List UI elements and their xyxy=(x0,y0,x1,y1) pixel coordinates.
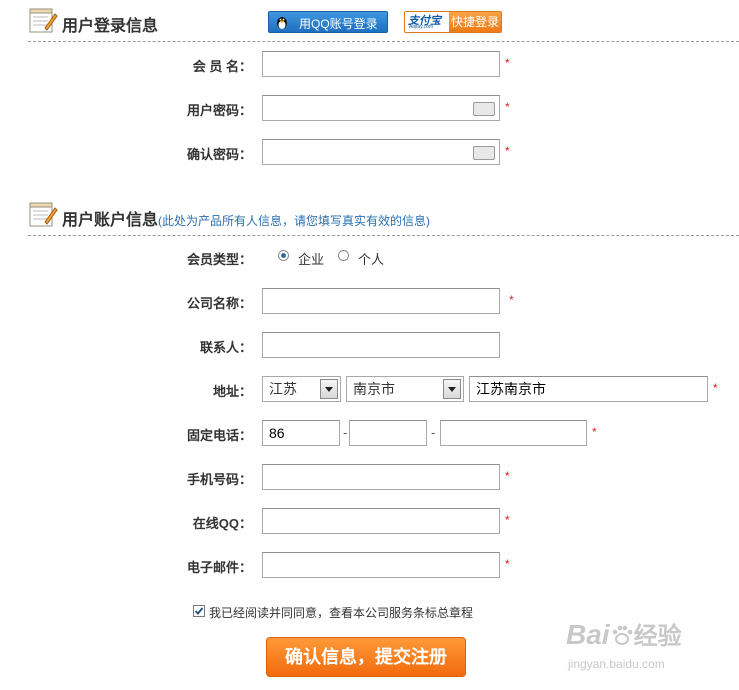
watermark-brand-a: Bai xyxy=(566,619,610,650)
notepad-icon xyxy=(29,8,58,33)
phone-area-input[interactable] xyxy=(349,420,427,446)
password-input[interactable] xyxy=(262,95,500,121)
email-input[interactable] xyxy=(262,552,500,578)
chevron-down-icon[interactable] xyxy=(443,379,461,399)
alipay-quick-label: 快捷登录 xyxy=(449,12,501,32)
confirm-password-label: 确认密码： xyxy=(186,147,252,162)
required-mark: * xyxy=(509,293,514,307)
member-type-enterprise-label[interactable]: 企业 xyxy=(298,249,324,268)
section-divider xyxy=(28,41,739,42)
required-mark: * xyxy=(713,381,718,395)
account-section-title-text: 用户账户信息 xyxy=(62,212,159,229)
city-select[interactable]: 南京市 xyxy=(346,376,464,402)
required-mark: * xyxy=(505,557,510,571)
notepad-icon xyxy=(29,202,58,227)
required-mark: * xyxy=(592,425,597,439)
email-label: 电子邮件： xyxy=(186,560,252,575)
section-divider xyxy=(28,235,739,236)
required-mark: * xyxy=(505,100,510,114)
watermark-url: jingyan.baidu.com xyxy=(568,657,665,671)
agreement-text[interactable]: 我已经阅读并同同意，查看本公司服务条标总章程 xyxy=(209,604,473,621)
username-input[interactable] xyxy=(262,51,500,77)
company-name-label: 公司名称： xyxy=(186,296,252,311)
company-name-input[interactable] xyxy=(262,288,500,314)
username-label: 会 员 名： xyxy=(192,59,252,74)
province-select[interactable]: 江苏 xyxy=(262,376,341,402)
password-label: 用户密码： xyxy=(186,103,252,118)
qq-login-button[interactable]: 用QQ账号登录 xyxy=(268,11,388,33)
phone-number-input[interactable] xyxy=(440,420,587,446)
address-detail-value: 江苏南京市 xyxy=(476,381,546,397)
phone-separator: - xyxy=(431,425,436,440)
member-type-label: 会员类型： xyxy=(186,252,252,267)
phone-label: 固定电话： xyxy=(186,428,252,443)
required-mark: * xyxy=(505,56,510,70)
member-type-personal-radio[interactable] xyxy=(338,250,349,261)
contact-label: 联系人： xyxy=(199,340,252,355)
required-mark: * xyxy=(505,144,510,158)
checkmark-icon xyxy=(194,607,204,615)
alipay-logo-sub: Alipay.com xyxy=(409,24,434,30)
mobile-input[interactable] xyxy=(262,464,500,490)
required-mark: * xyxy=(505,513,510,527)
alipay-logo: 支付宝 Alipay.com xyxy=(405,12,449,32)
alipay-quick-login-button[interactable]: 支付宝 Alipay.com 快捷登录 xyxy=(404,11,502,33)
submit-button[interactable]: 确认信息，提交注册 xyxy=(266,637,466,677)
member-type-enterprise-radio[interactable] xyxy=(278,250,289,261)
required-mark: * xyxy=(505,469,510,483)
mobile-label: 手机号码： xyxy=(186,472,252,487)
city-selected: 南京市 xyxy=(353,381,395,397)
online-qq-label: 在线QQ： xyxy=(192,516,252,531)
province-selected: 江苏 xyxy=(269,381,297,397)
address-detail-input[interactable]: 江苏南京市 xyxy=(469,376,708,402)
keyboard-icon[interactable] xyxy=(473,102,495,116)
keyboard-icon[interactable] xyxy=(473,146,495,160)
qq-login-label: 用QQ账号登录 xyxy=(299,17,378,31)
account-section-title: 用户账户信息(此处为产品所有人信息，请您填写真实有效的信息) xyxy=(62,206,430,230)
phone-separator: - xyxy=(343,425,348,440)
address-label: 地址： xyxy=(212,384,252,399)
contact-input[interactable] xyxy=(262,332,500,358)
phone-country-value: 86 xyxy=(269,425,285,441)
watermark-brand-b: 经验 xyxy=(633,623,682,650)
confirm-password-input[interactable] xyxy=(262,139,500,165)
baidu-watermark: Bai 经验 xyxy=(566,616,682,651)
agreement-checkbox[interactable] xyxy=(193,605,205,617)
online-qq-input[interactable] xyxy=(262,508,500,534)
member-type-personal-label[interactable]: 个人 xyxy=(358,249,384,268)
phone-country-input[interactable]: 86 xyxy=(262,420,340,446)
qq-penguin-icon xyxy=(277,17,287,29)
login-section-title: 用户登录信息 xyxy=(62,18,159,35)
account-section-note: (此处为产品所有人信息，请您填写真实有效的信息) xyxy=(158,214,431,228)
paw-icon xyxy=(612,625,632,645)
chevron-down-icon[interactable] xyxy=(320,379,338,399)
